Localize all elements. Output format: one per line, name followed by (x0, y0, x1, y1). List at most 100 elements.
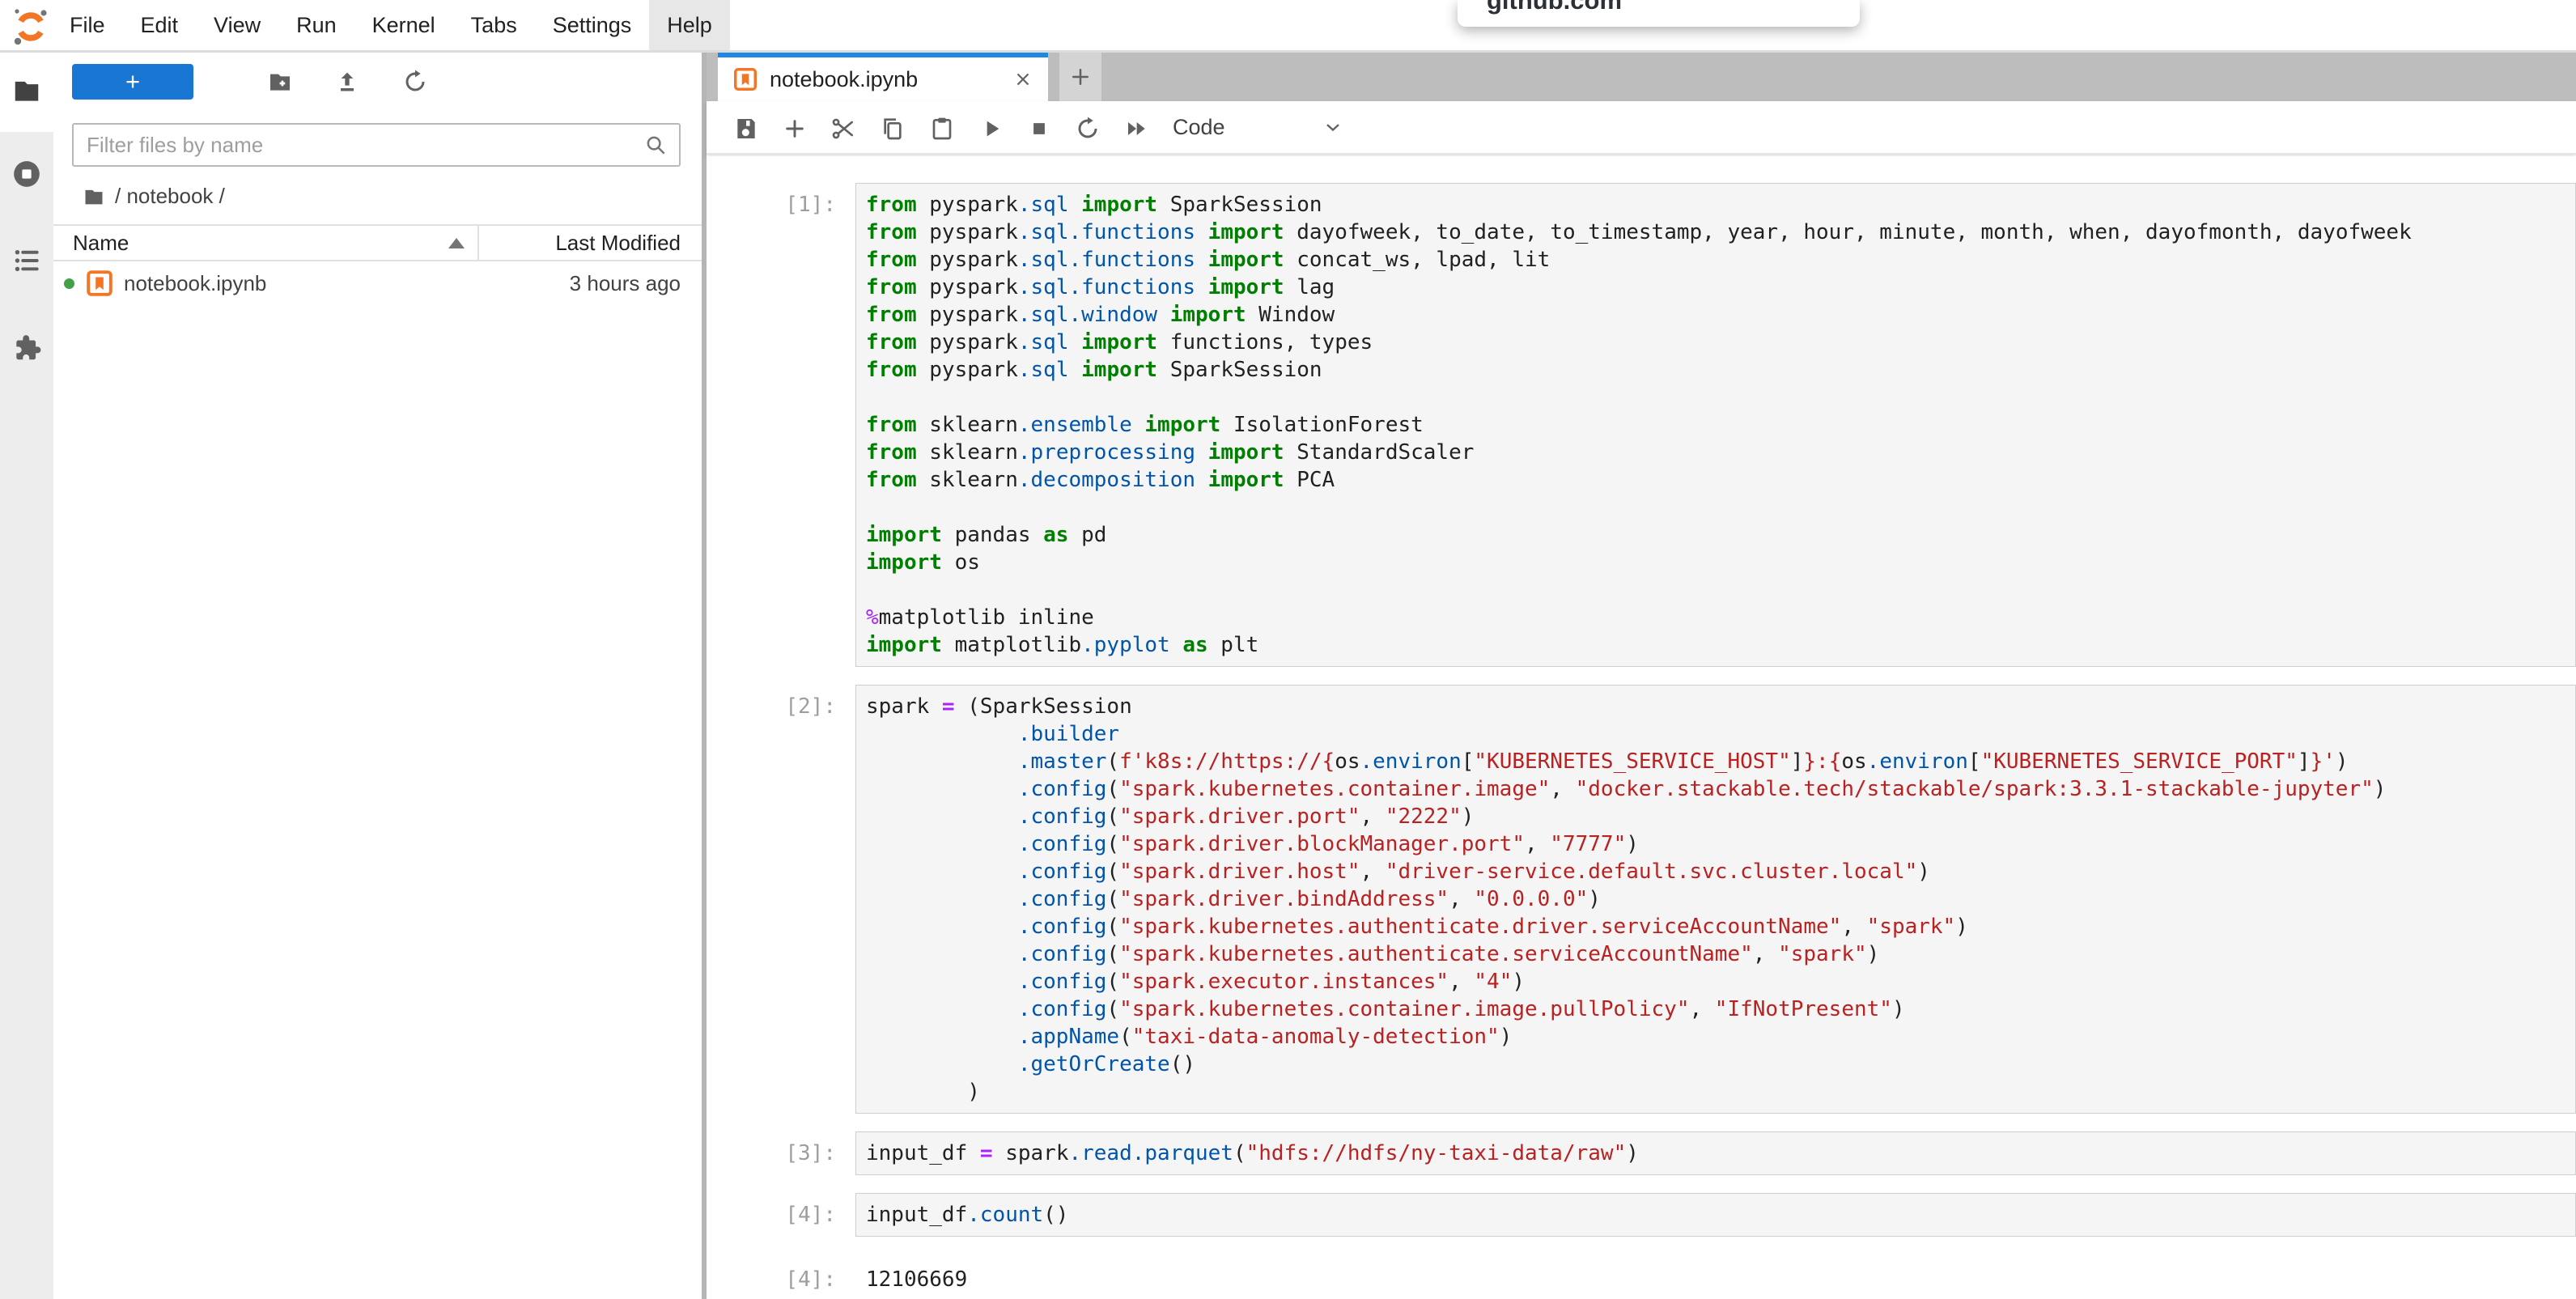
notebook-content[interactable]: [1]:from pyspark.sql import SparkSession… (707, 156, 2576, 1299)
code-line: .config("spark.driver.bindAddress", "0.0… (866, 885, 2565, 913)
cut-cell-button[interactable] (825, 112, 862, 145)
filter-files-input[interactable] (74, 133, 643, 158)
left-sidebar (0, 53, 53, 1299)
output-cell: [4]:12106669 (707, 1258, 2576, 1293)
code-line: from sklearn.preprocessing import Standa… (866, 439, 2565, 466)
cell-list: [1]:from pyspark.sql import SparkSession… (707, 156, 2576, 1293)
refresh-icon (402, 69, 428, 95)
plus-icon (1068, 65, 1093, 89)
main-dock-panel: notebook.ipynb (707, 53, 2576, 1299)
running-kernels-icon[interactable] (0, 146, 53, 202)
column-header-modified[interactable]: Last Modified (479, 231, 702, 256)
menu-help[interactable]: Help (649, 0, 730, 50)
code-line: spark = (SparkSession (866, 693, 2565, 720)
code-line: import os (866, 549, 2565, 576)
code-line: .config("spark.driver.blockManager.port"… (866, 830, 2565, 858)
new-tab-button[interactable] (1059, 53, 1101, 101)
code-line: from pyspark.sql.functions import concat… (866, 246, 2565, 274)
tab-close-button[interactable] (1012, 69, 1033, 90)
menu-settings[interactable]: Settings (535, 0, 650, 50)
restart-run-all-button[interactable] (1118, 112, 1155, 145)
file-row-notebook[interactable]: notebook.ipynb 3 hours ago (53, 263, 702, 304)
menu-edit[interactable]: Edit (123, 0, 197, 50)
cell-prompt: [1]: (707, 183, 855, 667)
breadcrumb-path[interactable]: / notebook / (115, 184, 225, 209)
notebook-tab-icon (732, 66, 758, 92)
search-icon (643, 133, 668, 157)
cell-prompt: [3]: (707, 1131, 855, 1175)
cell-type-value: Code (1173, 115, 1225, 140)
code-line: .config("spark.kubernetes.container.imag… (866, 775, 2565, 803)
code-line: from sklearn.ensemble import IsolationFo… (866, 411, 2565, 439)
copy-cell-button[interactable] (874, 112, 911, 145)
tab-notebook[interactable]: notebook.ipynb (718, 53, 1048, 101)
extensions-icon[interactable] (0, 320, 53, 376)
cell-editor[interactable]: spark = (SparkSession .builder .master(f… (855, 685, 2576, 1114)
menu-bar: File Edit View Run Kernel Tabs Settings … (0, 0, 2576, 53)
code-line: from sklearn.decomposition import PCA (866, 466, 2565, 494)
code-line (866, 576, 2565, 604)
cell-prompt: [2]: (707, 685, 855, 1114)
code-line: from pyspark.sql import functions, types (866, 329, 2565, 356)
sort-ascending-icon (448, 238, 465, 248)
code-line (866, 494, 2565, 521)
new-launcher-button[interactable]: + (72, 64, 193, 100)
plus-icon (782, 116, 808, 142)
code-line: import pandas as pd (866, 521, 2565, 549)
notebook-toolbar: Code (707, 101, 2576, 155)
menu-kernel[interactable]: Kernel (354, 0, 453, 50)
code-line: %matplotlib inline (866, 604, 2565, 631)
upload-button[interactable] (329, 64, 366, 100)
interrupt-kernel-button[interactable] (1021, 112, 1058, 145)
save-button[interactable] (728, 112, 765, 145)
paste-cell-button[interactable] (923, 112, 961, 145)
code-line: from pyspark.sql import SparkSession (866, 191, 2565, 219)
new-folder-button[interactable] (261, 64, 299, 100)
chevron-down-icon (1322, 116, 1344, 138)
file-browser-panel: + (53, 53, 702, 1299)
insert-cell-button[interactable] (776, 112, 813, 145)
jupyter-logo-icon (11, 6, 50, 46)
home-folder-icon[interactable] (83, 185, 105, 208)
code-line: import matplotlib.pyplot as plt (866, 631, 2565, 659)
file-browser-icon[interactable] (0, 62, 53, 119)
cell-editor[interactable]: from pyspark.sql import SparkSessionfrom… (855, 183, 2576, 667)
cell-editor[interactable]: input_df.count() (855, 1193, 2576, 1237)
code-line: from pyspark.sql.functions import dayofw… (866, 219, 2565, 246)
column-header-name[interactable]: Name (53, 231, 477, 256)
kernel-running-dot (64, 278, 74, 289)
cut-icon (830, 116, 856, 142)
menu-file[interactable]: File (52, 0, 123, 50)
menu-run[interactable]: Run (278, 0, 354, 50)
notebook-file-icon (85, 269, 114, 298)
upload-icon (334, 69, 360, 95)
table-of-contents-icon[interactable] (0, 232, 53, 289)
code-line (866, 384, 2565, 411)
code-line: .config("spark.driver.port", "2222") (866, 803, 2565, 830)
code-cell: [2]:spark = (SparkSession .builder .mast… (707, 685, 2576, 1114)
fast-forward-icon (1123, 116, 1149, 142)
menu-tabs[interactable]: Tabs (453, 0, 535, 50)
code-line: .config("spark.executor.instances", "4") (866, 968, 2565, 995)
browser-popup: github.com (1458, 0, 1860, 27)
code-line: .config("spark.kubernetes.container.imag… (866, 995, 2565, 1023)
run-cell-button[interactable] (973, 112, 1010, 145)
menu-view[interactable]: View (196, 0, 278, 50)
breadcrumb: / notebook / (83, 184, 225, 209)
restart-kernel-button[interactable] (1069, 112, 1106, 145)
code-line: ) (866, 1078, 2565, 1106)
file-modified: 3 hours ago (570, 271, 702, 296)
cell-editor[interactable]: input_df = spark.read.parquet("hdfs://hd… (855, 1131, 2576, 1175)
cell-prompt: [4]: (707, 1193, 855, 1237)
code-line: from pyspark.sql.functions import lag (866, 274, 2565, 301)
close-icon (1012, 69, 1033, 90)
copy-icon (880, 116, 906, 142)
output-prompt: [4]: (707, 1258, 855, 1293)
popup-origin-text: github.com (1487, 0, 1622, 15)
cell-type-dropdown[interactable]: Code (1160, 101, 1370, 153)
paste-icon (929, 116, 955, 142)
refresh-button[interactable] (397, 64, 434, 100)
file-browser-toolbar: + (53, 64, 702, 100)
tab-title: notebook.ipynb (770, 67, 918, 92)
stop-icon (1027, 117, 1051, 141)
